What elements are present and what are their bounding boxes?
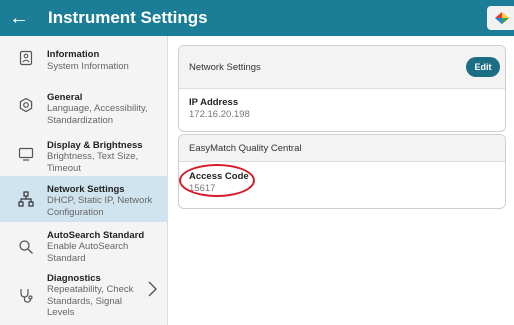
sidebar-item-subtitle: Brightness, Text Size, Timeout — [47, 151, 139, 174]
card-header: Network Settings Edit — [179, 46, 505, 89]
network-icon — [18, 191, 34, 207]
access-code-value: 15617 — [189, 183, 216, 194]
info-badge-icon — [19, 50, 33, 66]
sidebar-item-subtitle: DHCP, Static IP, Network Configuration — [47, 195, 153, 218]
arrow-back-icon[interactable]: ← — [8, 7, 30, 29]
stethoscope-icon — [20, 289, 33, 303]
sidebar-item-title: Display & Brightness — [47, 140, 143, 151]
sidebar-item-title: AutoSearch Standard — [47, 230, 145, 241]
ip-address-label: IP Address — [189, 97, 239, 108]
sidebar-item-title: Information — [47, 49, 100, 60]
sidebar-item-subtitle: Language, Accessibility, Standardization — [47, 103, 148, 126]
sidebar-item-diagnostics[interactable]: Diagnostics Repeatability, Check Standar… — [0, 270, 168, 325]
sidebar: Information System Information General L… — [0, 36, 168, 325]
edit-button[interactable]: Edit — [466, 57, 500, 77]
easymatch-card: EasyMatch Quality Central Access Code 15… — [178, 134, 506, 209]
card-header-title: EasyMatch Quality Central — [189, 143, 302, 154]
search-icon — [19, 240, 33, 254]
sidebar-item-subtitle: Repeatability, Check Standards, Signal L… — [47, 284, 134, 318]
brand-logo-icon — [487, 6, 514, 30]
page-title: Instrument Settings — [48, 8, 208, 27]
sidebar-item-information[interactable]: Information System Information — [0, 36, 168, 80]
sidebar-item-title: Diagnostics — [47, 273, 101, 284]
card-header-title: Network Settings — [189, 62, 261, 73]
network-settings-card: Network Settings Edit IP Address 172.16.… — [178, 45, 506, 132]
sidebar-item-subtitle: Enable AutoSearch Standard — [47, 241, 129, 264]
sidebar-item-autosearch-standard[interactable]: AutoSearch Standard Enable AutoSearch St… — [0, 222, 168, 270]
sidebar-item-general[interactable]: General Language, Accessibility, Standar… — [0, 80, 168, 128]
sidebar-item-network-settings[interactable]: Network Settings DHCP, Static IP, Networ… — [0, 176, 168, 222]
card-header: EasyMatch Quality Central — [179, 135, 505, 162]
access-code-label: Access Code — [189, 171, 249, 182]
chevron-right-icon[interactable] — [146, 280, 158, 298]
app-bar: ← Instrument Settings — [0, 0, 514, 36]
sidebar-item-display-brightness[interactable]: Display & Brightness Brightness, Text Si… — [0, 128, 168, 176]
main-content: Network Settings Edit IP Address 172.16.… — [169, 36, 514, 325]
ip-address-value: 172.16.20.198 — [189, 109, 250, 120]
sidebar-item-subtitle: System Information — [47, 61, 129, 72]
sidebar-item-title: General — [47, 92, 83, 103]
monitor-icon — [18, 147, 34, 161]
sidebar-item-title: Network Settings — [47, 184, 125, 195]
gear-icon — [19, 97, 33, 113]
